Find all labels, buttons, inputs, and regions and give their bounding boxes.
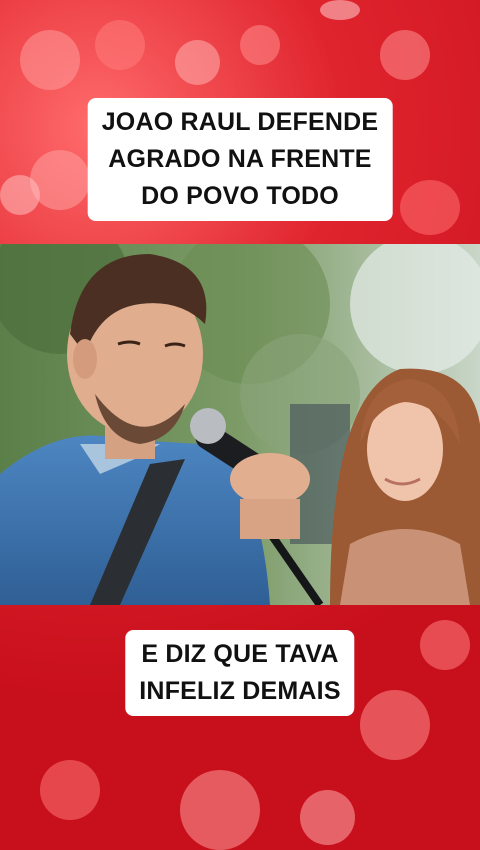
- video-frame[interactable]: [0, 244, 480, 605]
- bokeh-light: [95, 20, 145, 70]
- video-scene: [0, 244, 480, 605]
- bokeh-light: [40, 760, 100, 820]
- top-caption-line: JOAO RAUL DEFENDE: [101, 108, 379, 136]
- story-frame: JOAO RAUL DEFENDE AGRADO NA FRENTE DO PO…: [0, 0, 480, 850]
- bottom-caption: E DIZ QUE TAVA INFELIZ DEMAIS: [125, 630, 355, 716]
- bokeh-light: [400, 180, 460, 235]
- top-caption-line: DO POVO TODO: [141, 182, 339, 210]
- bokeh-light: [420, 620, 470, 670]
- top-caption-line: AGRADO NA FRENTE: [108, 145, 372, 173]
- bokeh-light: [175, 40, 220, 85]
- top-caption: JOAO RAUL DEFENDE AGRADO NA FRENTE DO PO…: [87, 98, 393, 221]
- bottom-caption-line: E DIZ QUE TAVA: [141, 640, 339, 668]
- bokeh-light: [360, 690, 430, 760]
- hand: [230, 453, 310, 505]
- bokeh-light: [240, 25, 280, 65]
- bottom-caption-line: INFELIZ DEMAIS: [139, 677, 341, 705]
- bokeh-light: [180, 770, 260, 850]
- bokeh-light: [320, 0, 360, 20]
- bokeh-light: [300, 790, 355, 845]
- bokeh-light: [0, 175, 40, 215]
- bokeh-light: [380, 30, 430, 80]
- bokeh-light: [20, 30, 80, 90]
